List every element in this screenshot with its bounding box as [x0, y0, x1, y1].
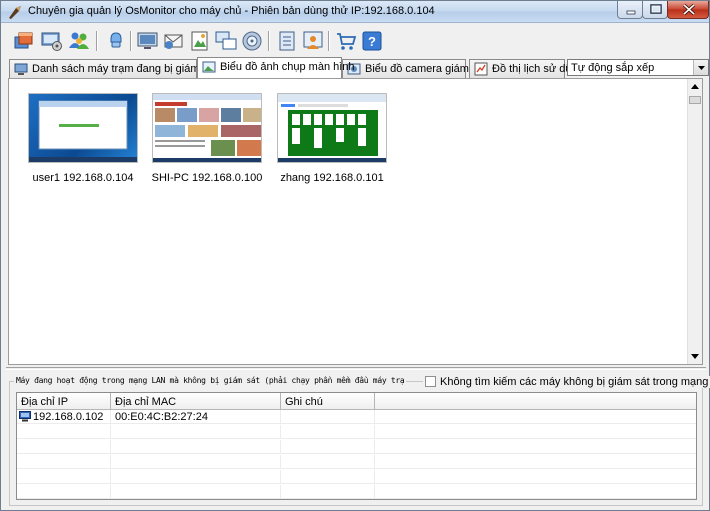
- screenshot-thumbnail[interactable]: SHI-PC 192.168.0.100: [147, 93, 267, 184]
- toolbar-separator: [328, 31, 330, 51]
- vertical-scrollbar[interactable]: [687, 79, 702, 364]
- desktop-screenshot: [28, 93, 138, 163]
- list-icon[interactable]: [275, 29, 299, 53]
- table-row-empty: [17, 485, 696, 499]
- help-icon[interactable]: ?: [360, 29, 384, 53]
- cart-icon[interactable]: [334, 29, 358, 53]
- main-window: Chuyên gia quản lý OsMonitor cho máy chủ…: [0, 0, 710, 511]
- close-button[interactable]: [667, 1, 709, 19]
- document-image-icon[interactable]: [188, 29, 212, 53]
- window-stack-icon[interactable]: [12, 29, 36, 53]
- pane-splitter[interactable]: [6, 367, 706, 370]
- desktop-screenshot: [277, 93, 387, 163]
- minimize-icon: [626, 10, 636, 15]
- tab-history-chart[interactable]: Đồ thị lịch sử dữ: [469, 59, 573, 78]
- window-title: Chuyên gia quản lý OsMonitor cho máy chủ…: [28, 5, 435, 17]
- table-row-empty: [17, 440, 696, 454]
- lan-group-title: Máy đang hoạt động trong mạng LAN mà khô…: [14, 376, 407, 385]
- column-header-mac[interactable]: Địa chỉ MAC: [111, 393, 281, 410]
- skip-unmonitored-checkbox[interactable]: [425, 376, 436, 387]
- table-row[interactable]: 192.168.0.102 00:E0:4C:B2:27:24: [17, 410, 696, 424]
- disc-icon[interactable]: [240, 29, 264, 53]
- message-icon[interactable]: [162, 29, 186, 53]
- scroll-up-icon[interactable]: [688, 79, 702, 94]
- app-logo-icon: [9, 6, 21, 19]
- toolbar-separator: [268, 31, 270, 51]
- network-computer-icon: [19, 411, 31, 422]
- user-card-icon[interactable]: [301, 29, 325, 53]
- toolbar-separator: [96, 31, 98, 51]
- table-row-empty: [17, 425, 696, 439]
- column-header-note[interactable]: Ghi chú: [281, 393, 375, 410]
- table-row-empty: [17, 455, 696, 469]
- cell-ip: 192.168.0.102: [17, 410, 111, 424]
- column-header-ip[interactable]: Địa chỉ IP: [17, 393, 111, 410]
- checkbox-label: Không tìm kiếm các máy không bị giám sát…: [440, 376, 710, 388]
- thumbnail-caption: zhang 192.168.0.101: [280, 172, 384, 184]
- screenshot-thumbnail[interactable]: zhang 192.168.0.101: [272, 93, 392, 184]
- screenshot-pane: user1 192.168.0.104 SHI-PC 192.168.0.100…: [8, 78, 703, 365]
- tab-strip: Danh sách máy trạm đang bị giám sát3 Biể…: [9, 57, 709, 78]
- close-icon: [682, 3, 696, 16]
- tab-screenshot-chart[interactable]: Biểu đồ ảnh chụp màn hình: [197, 57, 355, 78]
- chevron-down-icon[interactable]: [693, 60, 708, 75]
- picture-icon: [202, 61, 216, 73]
- maximize-icon: [650, 4, 662, 14]
- lan-machines-table: Địa chỉ IP Địa chỉ MAC Ghi chú 192.168.0…: [16, 392, 697, 500]
- thumbnail-caption: SHI-PC 192.168.0.100: [151, 172, 263, 184]
- screens-icon[interactable]: [214, 29, 238, 53]
- scroll-down-icon[interactable]: [688, 349, 702, 364]
- table-row-empty: [17, 470, 696, 484]
- toolbar: ?: [4, 27, 704, 55]
- tab-label: Danh sách máy trạm đang bị giám sát3: [32, 63, 224, 75]
- info-icon[interactable]: [104, 29, 128, 53]
- cell-ip-text: 192.168.0.102: [33, 411, 104, 423]
- tab-label: Biểu đồ ảnh chụp màn hình: [220, 61, 355, 73]
- maximize-button[interactable]: [642, 1, 668, 19]
- cell-note: [281, 410, 375, 424]
- svg-text:?: ?: [368, 34, 376, 49]
- skip-unmonitored-checkbox-row[interactable]: Không tìm kiếm các máy không bị giám sát…: [423, 376, 710, 388]
- monitor-icon[interactable]: [136, 29, 160, 53]
- screenshot-thumbnail[interactable]: user1 192.168.0.104: [23, 93, 143, 184]
- title-bar[interactable]: Chuyên gia quản lý OsMonitor cho máy chủ…: [1, 1, 709, 23]
- cell-mac: 00:E0:4C:B2:27:24: [111, 410, 281, 424]
- minimize-button[interactable]: [617, 1, 643, 19]
- desktop-screenshot: [152, 93, 262, 163]
- computer-icon: [14, 63, 28, 75]
- users-group-icon[interactable]: [67, 29, 91, 53]
- chart-icon: [474, 62, 488, 76]
- screen-settings-icon[interactable]: [40, 29, 64, 53]
- sort-dropdown[interactable]: Tự động sắp xếp: [567, 59, 709, 76]
- toolbar-separator: [130, 31, 132, 51]
- sort-dropdown-value: Tự động sắp xếp: [571, 62, 655, 74]
- tab-camera-chart[interactable]: Biểu đồ camera giám sát: [342, 59, 487, 78]
- thumbnail-caption: user1 192.168.0.104: [32, 172, 134, 184]
- scroll-thumb[interactable]: [689, 96, 701, 104]
- tab-monitored-list[interactable]: Danh sách máy trạm đang bị giám sát3: [9, 59, 223, 78]
- tab-label: Đồ thị lịch sử dữ: [492, 63, 573, 75]
- table-header: Địa chỉ IP Địa chỉ MAC Ghi chú: [17, 393, 696, 410]
